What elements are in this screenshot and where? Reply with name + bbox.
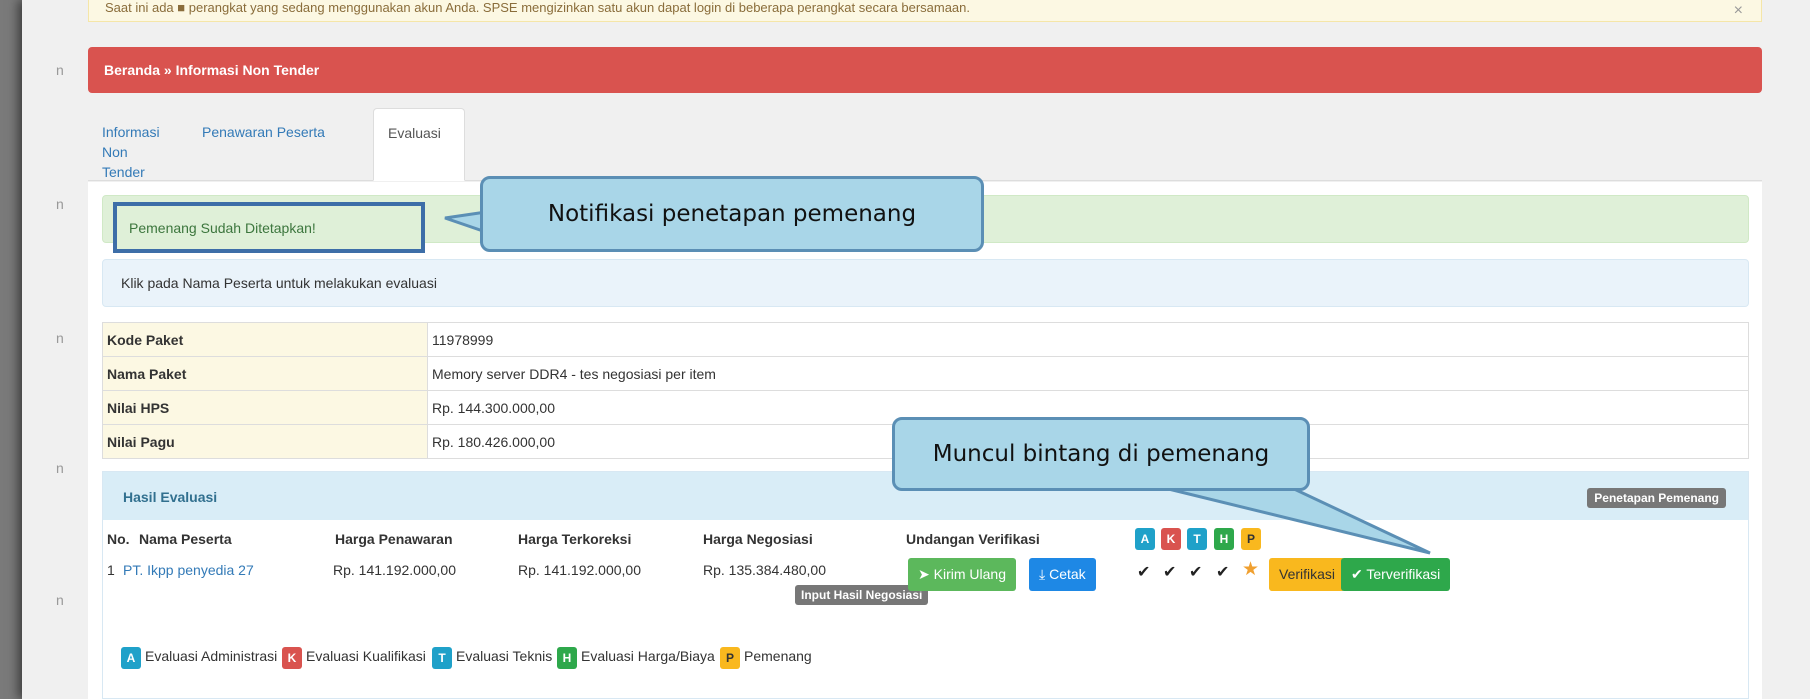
table-row: Nama Paket Memory server DDR4 - tes nego… [102, 356, 1749, 391]
device-warning-text: Saat ini ada ■ perangkat yang sedang men… [105, 0, 971, 15]
check-icon: ✔ [1216, 564, 1230, 581]
tab-informasi-non-tender[interactable]: Informasi Non Tender [88, 108, 183, 181]
legend-label: Pemenang [744, 648, 812, 664]
cetak-label: Cetak [1049, 566, 1086, 582]
badge-kualifikasi: K [1161, 528, 1181, 550]
device-warning-alert: Saat ini ada ■ perangkat yang sedang men… [88, 0, 1762, 22]
gutter-mark: n [56, 330, 64, 346]
close-icon[interactable]: × [1734, 2, 1743, 20]
detail-key: Kode Paket [102, 322, 428, 357]
detail-key: Nama Paket [102, 356, 428, 391]
tab-evaluasi[interactable]: Evaluasi [373, 108, 465, 181]
badge-administrasi: A [1135, 528, 1155, 550]
check-icon: ✔ [1163, 564, 1177, 581]
col-header-harga-terkoreksi: Harga Terkoreksi [518, 531, 632, 547]
hasil-evaluasi-title: Hasil Evaluasi [123, 489, 218, 505]
badge-teknis: T [1187, 528, 1207, 550]
col-header-no: No. [107, 531, 130, 547]
gutter-mark: n [56, 62, 64, 78]
legend-badge-a: A [121, 647, 141, 669]
harga-terkoreksi-value: Rp. 141.192.000,00 [518, 562, 641, 578]
legend-label: Evaluasi Kualifikasi [306, 648, 426, 664]
star-icon: ★ [1242, 559, 1260, 580]
col-header-harga-penawaran: Harga Penawaran [335, 531, 453, 547]
row-no: 1 [107, 562, 115, 578]
callout-bintang: Muncul bintang di pemenang [892, 417, 1310, 491]
detail-value: 11978999 [427, 322, 1749, 357]
detail-key: Nilai Pagu [102, 424, 428, 459]
peserta-link[interactable]: PT. Ikpp penyedia 27 [123, 562, 254, 578]
penetapan-pemenang-button[interactable]: Penetapan Pemenang [1587, 488, 1726, 508]
detail-value: Memory server DDR4 - tes negosiasi per i… [427, 356, 1749, 391]
gutter-mark: n [56, 196, 64, 212]
kirim-ulang-button[interactable]: ➤ Kirim Ulang [908, 558, 1016, 591]
col-header-undangan-verifikasi: Undangan Verifikasi [906, 531, 1040, 547]
winner-notification: Pemenang Sudah Ditetapkan! [113, 202, 425, 253]
terverifikasi-button[interactable]: ✔ Terverifikasi [1341, 558, 1451, 591]
col-header-harga-negosiasi: Harga Negosiasi [703, 531, 813, 547]
legend-label: Evaluasi Administrasi [145, 648, 278, 664]
badge-harga: H [1214, 528, 1234, 550]
tab-penawaran-peserta[interactable]: Penawaran Peserta [188, 108, 368, 181]
legend-label: Evaluasi Harga/Biaya [581, 648, 715, 664]
gutter-mark: n [56, 592, 64, 608]
legend-badge-t: T [432, 647, 452, 669]
terverifikasi-label: Terverifikasi [1366, 566, 1441, 582]
check-icon: ✔ [1189, 564, 1203, 581]
legend-badge-k: K [282, 647, 302, 669]
check-icon: ✔ [1137, 564, 1151, 581]
info-alert: Klik pada Nama Peserta untuk melakukan e… [102, 259, 1749, 307]
harga-penawaran-value: Rp. 141.192.000,00 [333, 562, 456, 578]
detail-key: Nilai HPS [102, 390, 428, 425]
table-row: Kode Paket 11978999 [102, 322, 1749, 357]
paper-plane-icon: ➤ [918, 566, 930, 582]
badge-pemenang: P [1241, 528, 1261, 550]
legend-badge-p: P [720, 647, 740, 669]
legend-badge-h: H [557, 647, 577, 669]
check-icon: ✔ [1351, 566, 1363, 582]
tab-bar: Informasi Non Tender Penawaran Peserta E… [88, 108, 1762, 181]
col-header-nama: Nama Peserta [139, 531, 232, 547]
verifikasi-button[interactable]: Verifikasi [1269, 558, 1346, 591]
legend-label: Evaluasi Teknis [456, 648, 553, 664]
callout-notifikasi: Notifikasi penetapan pemenang [480, 176, 984, 252]
kirim-ulang-label: Kirim Ulang [933, 566, 1006, 582]
breadcrumb[interactable]: Beranda » Informasi Non Tender [88, 47, 1762, 93]
download-icon: ⤓ [1039, 566, 1046, 582]
gutter-mark: n [56, 460, 64, 476]
cetak-button[interactable]: ⤓ Cetak [1029, 558, 1096, 591]
hasil-evaluasi-panel: Hasil Evaluasi Penetapan Pemenang No. Na… [102, 471, 1749, 699]
harga-negosiasi-value: Rp. 135.384.480,00 [703, 562, 826, 578]
